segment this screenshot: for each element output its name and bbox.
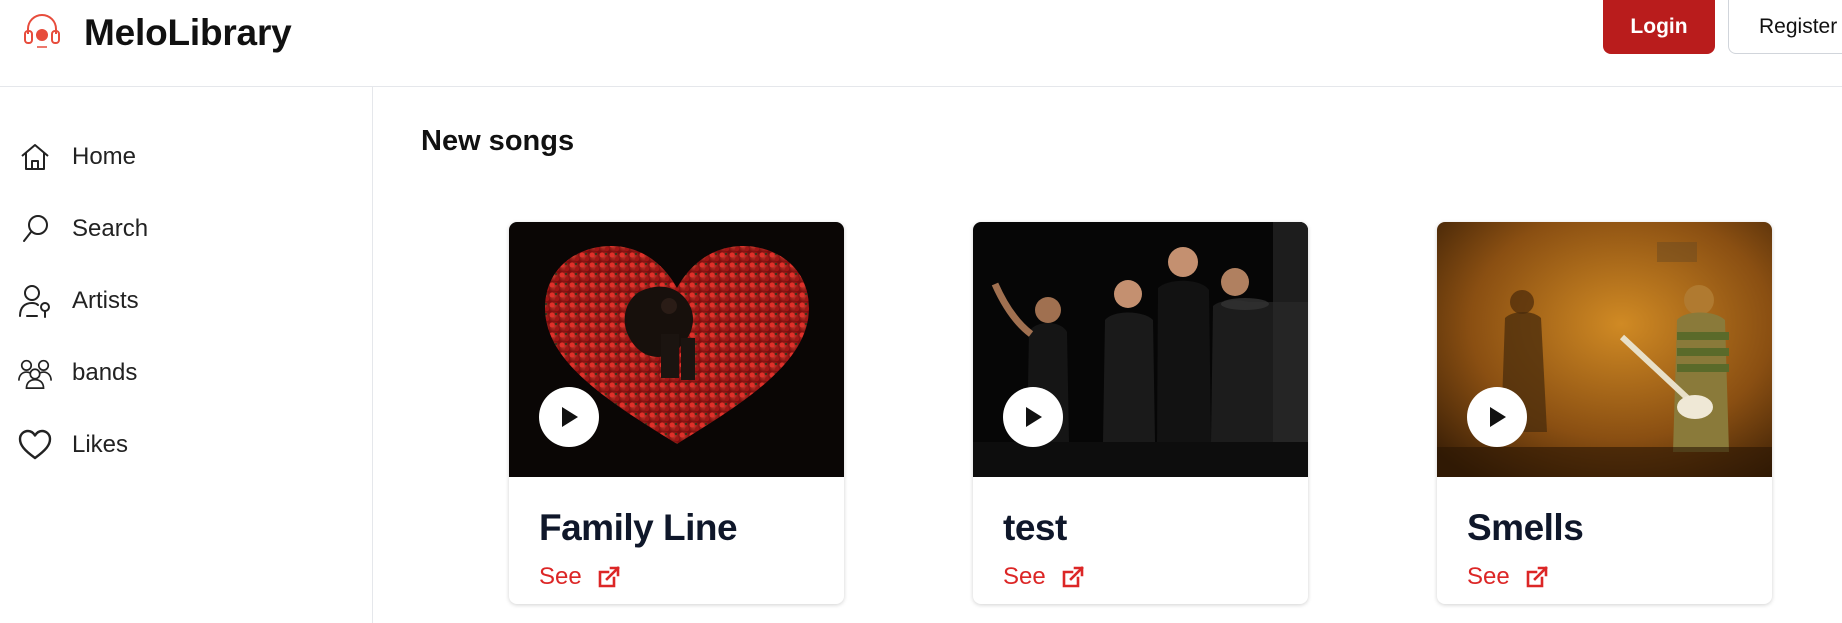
sidebar-item-label: Home xyxy=(72,143,137,170)
song-card[interactable]: Family Line See xyxy=(509,222,844,604)
song-card[interactable]: Smells See xyxy=(1437,222,1772,604)
sidebar-item-bands[interactable]: bands xyxy=(0,345,373,401)
heart-icon xyxy=(17,427,53,463)
brand-name[interactable]: MeloLibrary xyxy=(84,12,292,54)
external-link-icon xyxy=(1526,566,1548,588)
sidebar-item-label: Artists xyxy=(72,287,139,314)
users-group-icon xyxy=(17,355,53,391)
see-link-label: See xyxy=(539,563,582,590)
sidebar-item-label: Likes xyxy=(72,431,129,458)
headphones-logo-icon[interactable] xyxy=(22,10,62,50)
login-button[interactable]: Login xyxy=(1603,0,1715,54)
sidebar-item-search[interactable]: Search xyxy=(0,201,373,257)
see-link[interactable]: See xyxy=(1003,562,1084,592)
main-content: New songs Family Line See test See Smell… xyxy=(374,87,1842,623)
song-title: Family Line xyxy=(539,507,738,548)
play-button[interactable] xyxy=(1467,387,1527,447)
see-link-label: See xyxy=(1467,563,1510,590)
register-button[interactable]: Register xyxy=(1728,0,1842,54)
song-title: Smells xyxy=(1467,507,1584,548)
search-icon xyxy=(17,211,53,247)
section-title: New songs xyxy=(421,125,575,157)
external-link-icon xyxy=(1062,566,1084,588)
sidebar-item-label: Search xyxy=(72,215,149,242)
sidebar: Home Search Artists bands Likes xyxy=(0,87,373,623)
top-bar: MeloLibrary Login Register xyxy=(0,0,1842,87)
sidebar-item-artists[interactable]: Artists xyxy=(0,273,373,329)
song-card[interactable]: test See xyxy=(973,222,1308,604)
sidebar-item-home[interactable]: Home xyxy=(0,129,373,185)
see-link[interactable]: See xyxy=(539,562,620,592)
sidebar-item-label: bands xyxy=(72,359,138,386)
sidebar-item-likes[interactable]: Likes xyxy=(0,417,373,473)
home-icon xyxy=(17,139,53,175)
external-link-icon xyxy=(598,566,620,588)
play-button[interactable] xyxy=(539,387,599,447)
song-title: test xyxy=(1003,507,1067,548)
artist-mic-icon xyxy=(17,283,53,319)
see-link[interactable]: See xyxy=(1467,562,1548,592)
see-link-label: See xyxy=(1003,563,1046,590)
play-button[interactable] xyxy=(1003,387,1063,447)
